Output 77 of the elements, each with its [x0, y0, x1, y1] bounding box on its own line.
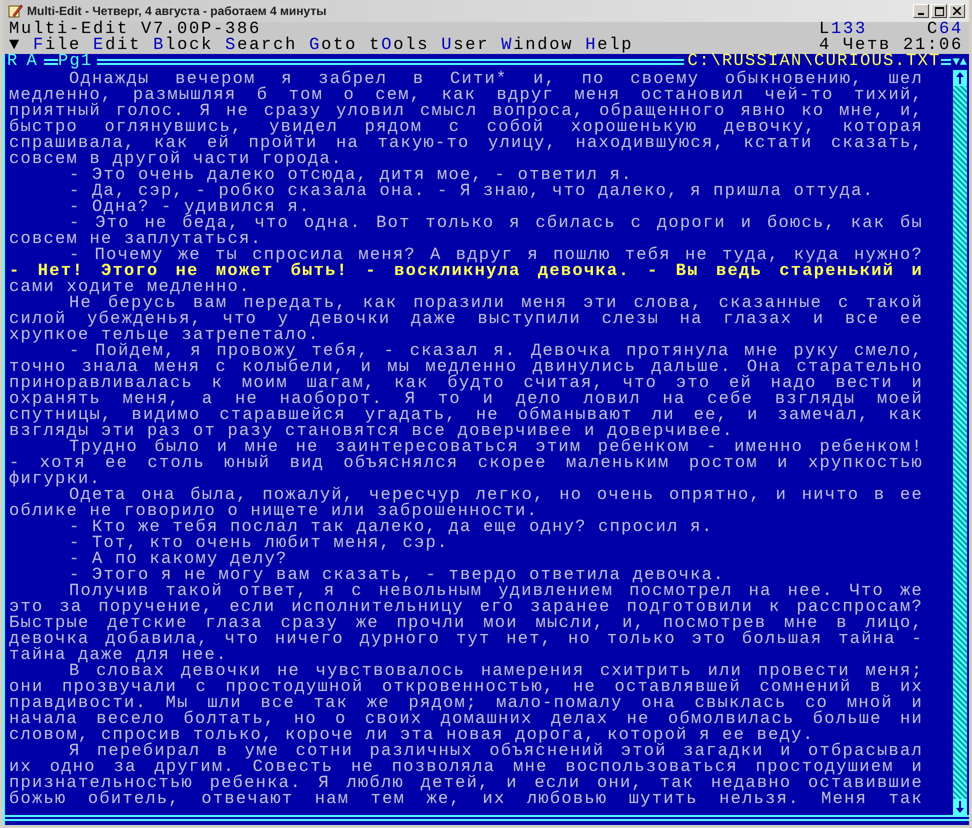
- text-line: Не берусь вам передать, как поразили меня эти слова, сказанные с такой: [69, 296, 923, 312]
- text-line: спрашивала, как ей пройти на такую-то улицу, находившуюся, кстати сказать,: [9, 136, 923, 152]
- text-line: приятный голос. Я не сразу уловил смысл вопроса, обращенного явно ко мне, и,: [9, 104, 923, 120]
- frame-line: [44, 59, 58, 65]
- text-line: это за поручение, если исполнительницу его заранее подготовили к расспросам?: [9, 600, 923, 616]
- text-line: Одета она была, пожалуй, чересчур легко, но очень опрятно, и ничто в ее: [69, 488, 923, 504]
- text-line: - А по какому делу?: [68, 552, 289, 568]
- menu-item[interactable]: U ser: [441, 38, 490, 54]
- text-line: девочка добавила, что ничего дурного тут нет, но только это большая тайна -: [9, 632, 923, 648]
- file-path: C:\RUSSIAN\CURIOUS.TXT: [688, 54, 941, 70]
- menu-item[interactable]: F ile: [33, 38, 82, 54]
- text-line: Я перебирал в уме сотни различных объяснений этой загадки и отбрасывал: [68, 744, 923, 760]
- app-version: Multi-Edit V7.00P-386: [9, 22, 262, 38]
- maximize-icon: [934, 6, 944, 16]
- text-line: взгляды эти раз от разу становятся все доверчивее и доверчивее.: [9, 424, 735, 440]
- maximize-button[interactable]: [931, 4, 947, 18]
- text-line: - Да, сэр, - робко сказала она. - Я знаю, что далеко, я пришла оттуда.: [68, 184, 876, 200]
- line-indicator: L 133: [818, 22, 867, 38]
- text-line: - Это не беда, что одна. Вот только я сбилась с дороги и боюсь, как бы: [68, 216, 923, 232]
- text-line: точно знала меня с колыбели, и мы медленно двинулись дальше. Она старательно: [9, 360, 923, 376]
- text-line: тайна даже для нее.: [9, 648, 229, 664]
- menu-item[interactable]: H elp: [585, 38, 634, 54]
- notepad-pencil-icon: [7, 3, 23, 19]
- text-line: - хотя ее столь юный вид объяснялся скорее маленьким ростом и хрупкостью: [9, 456, 923, 472]
- text-line: правдивости. Мы шли все так же рядом; мало-помалу она свыклась со мной и: [9, 696, 923, 712]
- text-line: их одно за другим. Совесть не позволяла мне воспользоваться простодушием и: [9, 760, 923, 776]
- text-line: охранять меня, а не наоборот. Я то и дело ловил на себе взгляды моей: [9, 392, 923, 408]
- text-line: - Нет! Этого не может быть! - воскликнула девочка. - Вы ведь старенький и: [9, 264, 923, 280]
- down-arrow-icon[interactable]: [953, 799, 967, 815]
- minimize-button[interactable]: [913, 4, 929, 18]
- text-line: начала весело болтать, но о своих домашних делах не обмолвилась больше ни: [9, 712, 923, 728]
- up-arrow-icon[interactable]: [953, 70, 967, 86]
- text-line: Однажды вечером я забрел в Сити* и, по своему обыкновению, шел: [68, 72, 923, 88]
- frame-line: [940, 59, 951, 65]
- menu-item[interactable]: B lock: [153, 38, 214, 54]
- text-line: приноравливалась к моим шагам, как будто считая, что это ей надо вести и: [9, 376, 923, 392]
- text-line: божью обитель, отвечают нам тем же, их любовью шутить нельзя. Меня так: [9, 792, 923, 808]
- text-line: словом, спросив только, короче ли эта новая дорога, которой я ее веду.: [9, 728, 814, 744]
- text-line: - Тот, кто очень любит меня, сэр.: [68, 536, 449, 552]
- text-line: сами ходите медленно.: [9, 280, 252, 296]
- mode-indicator: R: [6, 54, 20, 70]
- column-indicator: C 64: [926, 22, 963, 38]
- menu-item[interactable]: G oto: [309, 38, 358, 54]
- text-line: - Этого я не могу вам сказать, - твердо ответила девочка.: [68, 568, 726, 584]
- menu-item[interactable]: Window: [501, 38, 574, 54]
- close-icon: [953, 7, 961, 15]
- text-line: - Одна? - удивился я.: [68, 200, 312, 216]
- text-line: спутницы, видимо старавшейся угадать, не обманывают ли ее, и замечал, как: [9, 408, 923, 424]
- text-line: - Пойдем, я провожу тебя, - сказал я. Девочка протянула мне руку смело,: [69, 344, 923, 360]
- text-line: силой убежденья, что у девочки даже выступили слезы на глазах и все ее: [9, 312, 923, 328]
- text-line: облике не говорило о нищете или заброшенности.: [9, 504, 538, 520]
- scroll-arrows[interactable]: ▼▲: [950, 54, 969, 70]
- text-line: - Это очень далеко отсюда, дитя мое, - ответил я.: [68, 168, 634, 184]
- text-line: медленно, размышляя б том о сем, как вдруг меня остановил чей-то тихий,: [9, 88, 923, 104]
- text-line: признательностью ребенка. Я люблю детей, и если они, так недавно оставившие: [9, 776, 923, 792]
- clock-text: 21:06: [902, 38, 963, 54]
- menu-item[interactable]: E dit: [93, 38, 142, 54]
- window-title: Multi-Edit - Четверг, 4 августа - работаем 4 минуты: [27, 3, 326, 20]
- text-line: фигурки.: [9, 472, 102, 488]
- menu-item[interactable]: S earch: [225, 38, 298, 54]
- text-line: совсем в другой части города.: [9, 152, 344, 168]
- text-line: они прозвучали с простодушной откровенностью, не оставлявшей сомнений в их: [9, 680, 923, 696]
- date-text: 4 Четв: [818, 38, 891, 54]
- scrollbar[interactable]: [953, 70, 967, 815]
- page-indicator: Pg1: [58, 54, 93, 70]
- text-line: Трудно было и мне не заинтересоваться этим ребенком - именно ребенком!: [69, 440, 923, 456]
- text-line: хрупкое тельце затрепетало.: [9, 328, 320, 344]
- text-line: - Почему же ты спросила меня? А вдруг я пошлю тебя не туда, куда нужно?: [69, 248, 923, 264]
- text-line: - Кто же тебя послал так далеко, да еще одну? спросил я.: [68, 520, 714, 536]
- text-line: В словах девочки не чувствовалось намерения схитрить или провести меня;: [68, 664, 923, 680]
- menu-item[interactable]: t Ools: [369, 38, 430, 54]
- text-line: Быстрые детские глаза сразу же прочли мои мысли, и, посмотрев мне в лицо,: [9, 616, 923, 632]
- text-line: Получив такой ответ, я с невольным удивлением посмотрел на нее. Что же: [68, 584, 923, 600]
- mode-indicator: A: [26, 54, 40, 70]
- close-button[interactable]: [949, 4, 965, 18]
- text-line: совсем не заплутаться.: [9, 232, 264, 248]
- text-line: быстро оглянувшись, увидел рядом с собой хорошенькую девочку, которая: [9, 120, 923, 136]
